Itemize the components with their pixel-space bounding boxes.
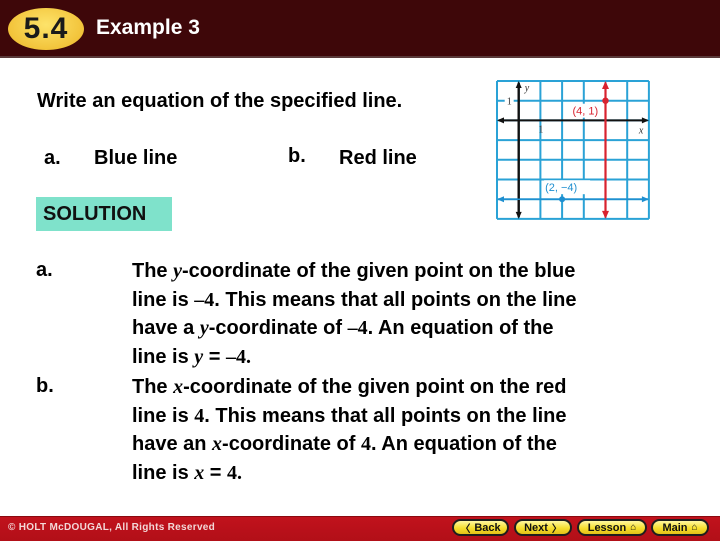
- red-line-point: [602, 97, 609, 104]
- part-b-label: b.: [288, 145, 306, 167]
- solution-a-text: The y-coordinate of the given point on t…: [132, 257, 652, 371]
- math-variable: y: [173, 260, 183, 282]
- next-button-label: Next: [524, 521, 548, 534]
- back-button[interactable]: 〈 Back: [452, 519, 509, 536]
- solution-line: line is –4. This means that all points o…: [132, 288, 577, 311]
- solution-b-text: The x-coordinate of the given point on t…: [132, 373, 652, 487]
- section-badge: 5.4: [8, 8, 84, 50]
- chevron-right-icon: 〉: [551, 524, 562, 535]
- lesson-button-label: Lesson: [587, 521, 627, 534]
- lesson-button[interactable]: Lesson ⌂: [577, 519, 647, 536]
- copyright-text: © HOLT McDOUGAL, All Rights Reserved: [8, 522, 216, 533]
- solution-line: The x-coordinate of the given point on t…: [132, 376, 567, 398]
- main-button[interactable]: Main ⌂: [651, 519, 709, 536]
- solution-b-label: b.: [36, 375, 54, 397]
- part-b-text: Red line: [339, 147, 417, 169]
- red-line-arrow-up: [602, 81, 609, 89]
- x-axis-arrow-right: [641, 117, 649, 124]
- main-button-label: Main: [662, 521, 688, 534]
- math-variable: x: [173, 376, 184, 398]
- chevron-left-icon: 〈: [460, 524, 471, 535]
- solution-line: The y-coordinate of the given point on t…: [132, 260, 576, 282]
- y-axis-arrow-up: [515, 81, 522, 88]
- coordinate-graph: y x 1 1 (2, −4) (4, 1): [496, 80, 650, 220]
- solution-line: line is y = –4.: [132, 345, 251, 368]
- solution-line: line is x = 4.: [132, 461, 243, 484]
- blue-line-arrow-right: [641, 196, 649, 203]
- page-title: Example 3: [96, 16, 200, 39]
- math-number: 4.: [227, 461, 243, 484]
- math-variable: y: [199, 317, 209, 339]
- home-icon: ⌂: [630, 522, 637, 533]
- solution-line: line is 4. This means that all points on…: [132, 404, 567, 427]
- part-a-text: Blue line: [94, 147, 178, 169]
- next-button[interactable]: Next 〉: [514, 519, 572, 536]
- problem-prompt: Write an equation of the specified line.: [37, 90, 403, 112]
- math-variable: y: [194, 345, 204, 368]
- section-number: 5.4: [23, 12, 69, 45]
- math-variable: x: [194, 461, 205, 484]
- math-variable: x: [212, 433, 223, 455]
- math-number: –4.: [225, 345, 251, 368]
- home-icon: ⌂: [691, 522, 698, 533]
- part-a-label: a.: [44, 147, 61, 169]
- solution-banner: SOLUTION: [36, 197, 172, 231]
- math-number: –4: [347, 317, 368, 339]
- back-button-label: Back: [474, 521, 501, 534]
- solution-line: have an x-coordinate of 4. An equation o…: [132, 433, 557, 455]
- footer-bar: © HOLT McDOUGAL, All Rights Reserved 〈 B…: [0, 516, 720, 541]
- x-axis-label: x: [638, 125, 644, 136]
- x-axis-arrow-left: [497, 117, 504, 124]
- y-axis-label: y: [524, 83, 530, 94]
- header-bar: 5.4 Example 3: [0, 0, 720, 58]
- red-point-label: (4, 1): [573, 106, 599, 118]
- blue-point-label: (2, −4): [545, 182, 577, 194]
- solution-label: SOLUTION: [43, 203, 147, 225]
- math-number: 4: [360, 433, 371, 455]
- solution-a-label: a.: [36, 259, 53, 281]
- y-axis-arrow-down: [515, 211, 522, 219]
- math-number: –4: [194, 288, 215, 311]
- y-tick-label: 1: [507, 97, 512, 108]
- blue-line-arrow-left: [497, 196, 504, 203]
- blue-line-point: [559, 196, 566, 203]
- solution-line: have a y-coordinate of –4. An equation o…: [132, 317, 554, 339]
- math-number: 4: [194, 404, 205, 427]
- x-tick-label: 1: [538, 124, 543, 135]
- red-line-arrow-down: [602, 210, 609, 219]
